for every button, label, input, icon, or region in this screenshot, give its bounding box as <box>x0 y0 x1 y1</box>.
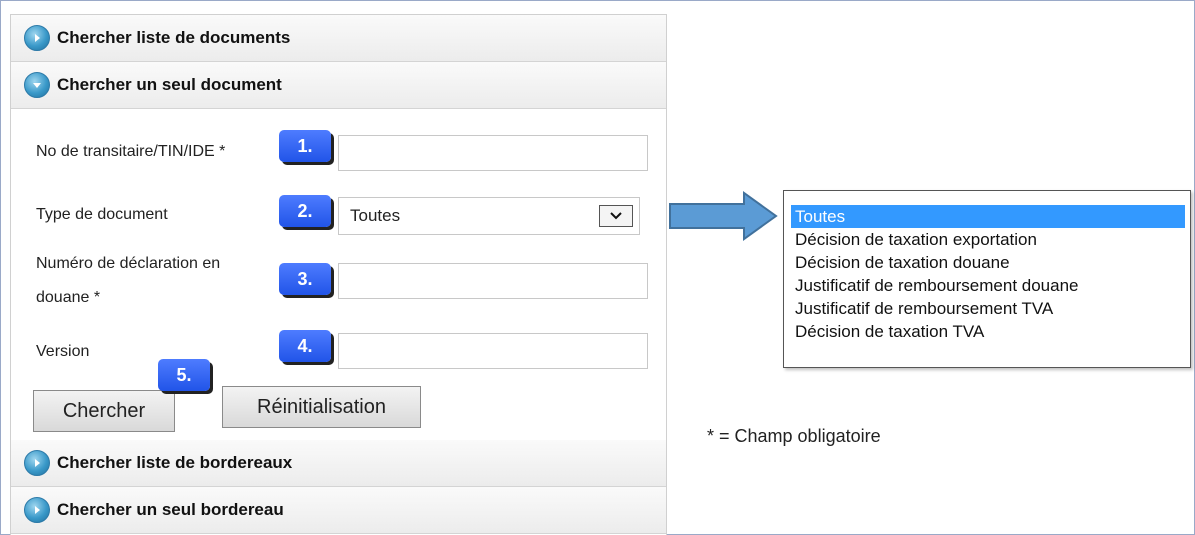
search-accordion: Chercher liste de documents Chercher un … <box>10 14 667 535</box>
doc-type-select[interactable]: Toutes <box>338 197 640 235</box>
step-badge-2: 2. <box>279 195 331 227</box>
dropdown-option[interactable]: Toutes <box>791 205 1185 228</box>
accordion-label-document-list: Chercher liste de documents <box>57 28 291 47</box>
single-document-form: No de transitaire/TIN/IDE * 1. Type de d… <box>11 113 666 439</box>
expand-arrow-icon <box>24 497 50 523</box>
forwarder-input[interactable] <box>338 135 648 171</box>
declaration-input[interactable] <box>338 263 648 299</box>
dropdown-option[interactable]: Décision de taxation douane <box>791 251 1185 274</box>
accordion-header-single-slip[interactable]: Chercher un seul bordereau <box>11 487 666 534</box>
reset-button[interactable]: Réinitialisation <box>222 386 421 428</box>
dropdown-option[interactable]: Justificatif de remboursement TVA <box>791 297 1185 320</box>
expand-arrow-icon <box>24 450 50 476</box>
step-badge-4: 4. <box>279 330 331 362</box>
expand-arrow-icon <box>24 25 50 51</box>
accordion-header-single-document[interactable]: Chercher un seul document <box>11 62 666 109</box>
accordion-label-slip-list: Chercher liste de bordereaux <box>57 453 293 472</box>
doc-type-options-list: Toutes Décision de taxation exportation … <box>783 190 1191 368</box>
dropdown-option[interactable]: Décision de taxation TVA <box>791 320 1185 343</box>
version-input[interactable] <box>338 333 648 369</box>
accordion-header-slip-list[interactable]: Chercher liste de bordereaux <box>11 440 666 487</box>
dropdown-option[interactable]: Justificatif de remboursement douane <box>791 274 1185 297</box>
forwarder-label: No de transitaire/TIN/IDE * <box>36 143 226 160</box>
doc-type-selected-value: Toutes <box>350 206 401 225</box>
accordion-label-single-slip: Chercher un seul bordereau <box>57 500 284 519</box>
version-label: Version <box>36 343 90 360</box>
chevron-down-icon[interactable] <box>599 205 633 227</box>
declaration-label-line1: Numéro de déclaration en <box>36 255 221 272</box>
required-field-note: * = Champ obligatoire <box>707 426 881 446</box>
dropdown-option[interactable]: Décision de taxation exportation <box>791 228 1185 251</box>
collapse-arrow-icon <box>24 72 50 98</box>
step-badge-1: 1. <box>279 130 331 162</box>
step-badge-3: 3. <box>279 263 331 295</box>
declaration-label-line2: douane * <box>36 289 101 306</box>
doc-type-label: Type de document <box>36 206 168 223</box>
accordion-label-single-document: Chercher un seul document <box>57 75 282 94</box>
accordion-header-document-list[interactable]: Chercher liste de documents <box>11 15 666 62</box>
callout-arrow-icon <box>669 191 778 241</box>
search-button[interactable]: Chercher <box>33 390 175 432</box>
step-badge-5: 5. <box>158 359 210 391</box>
